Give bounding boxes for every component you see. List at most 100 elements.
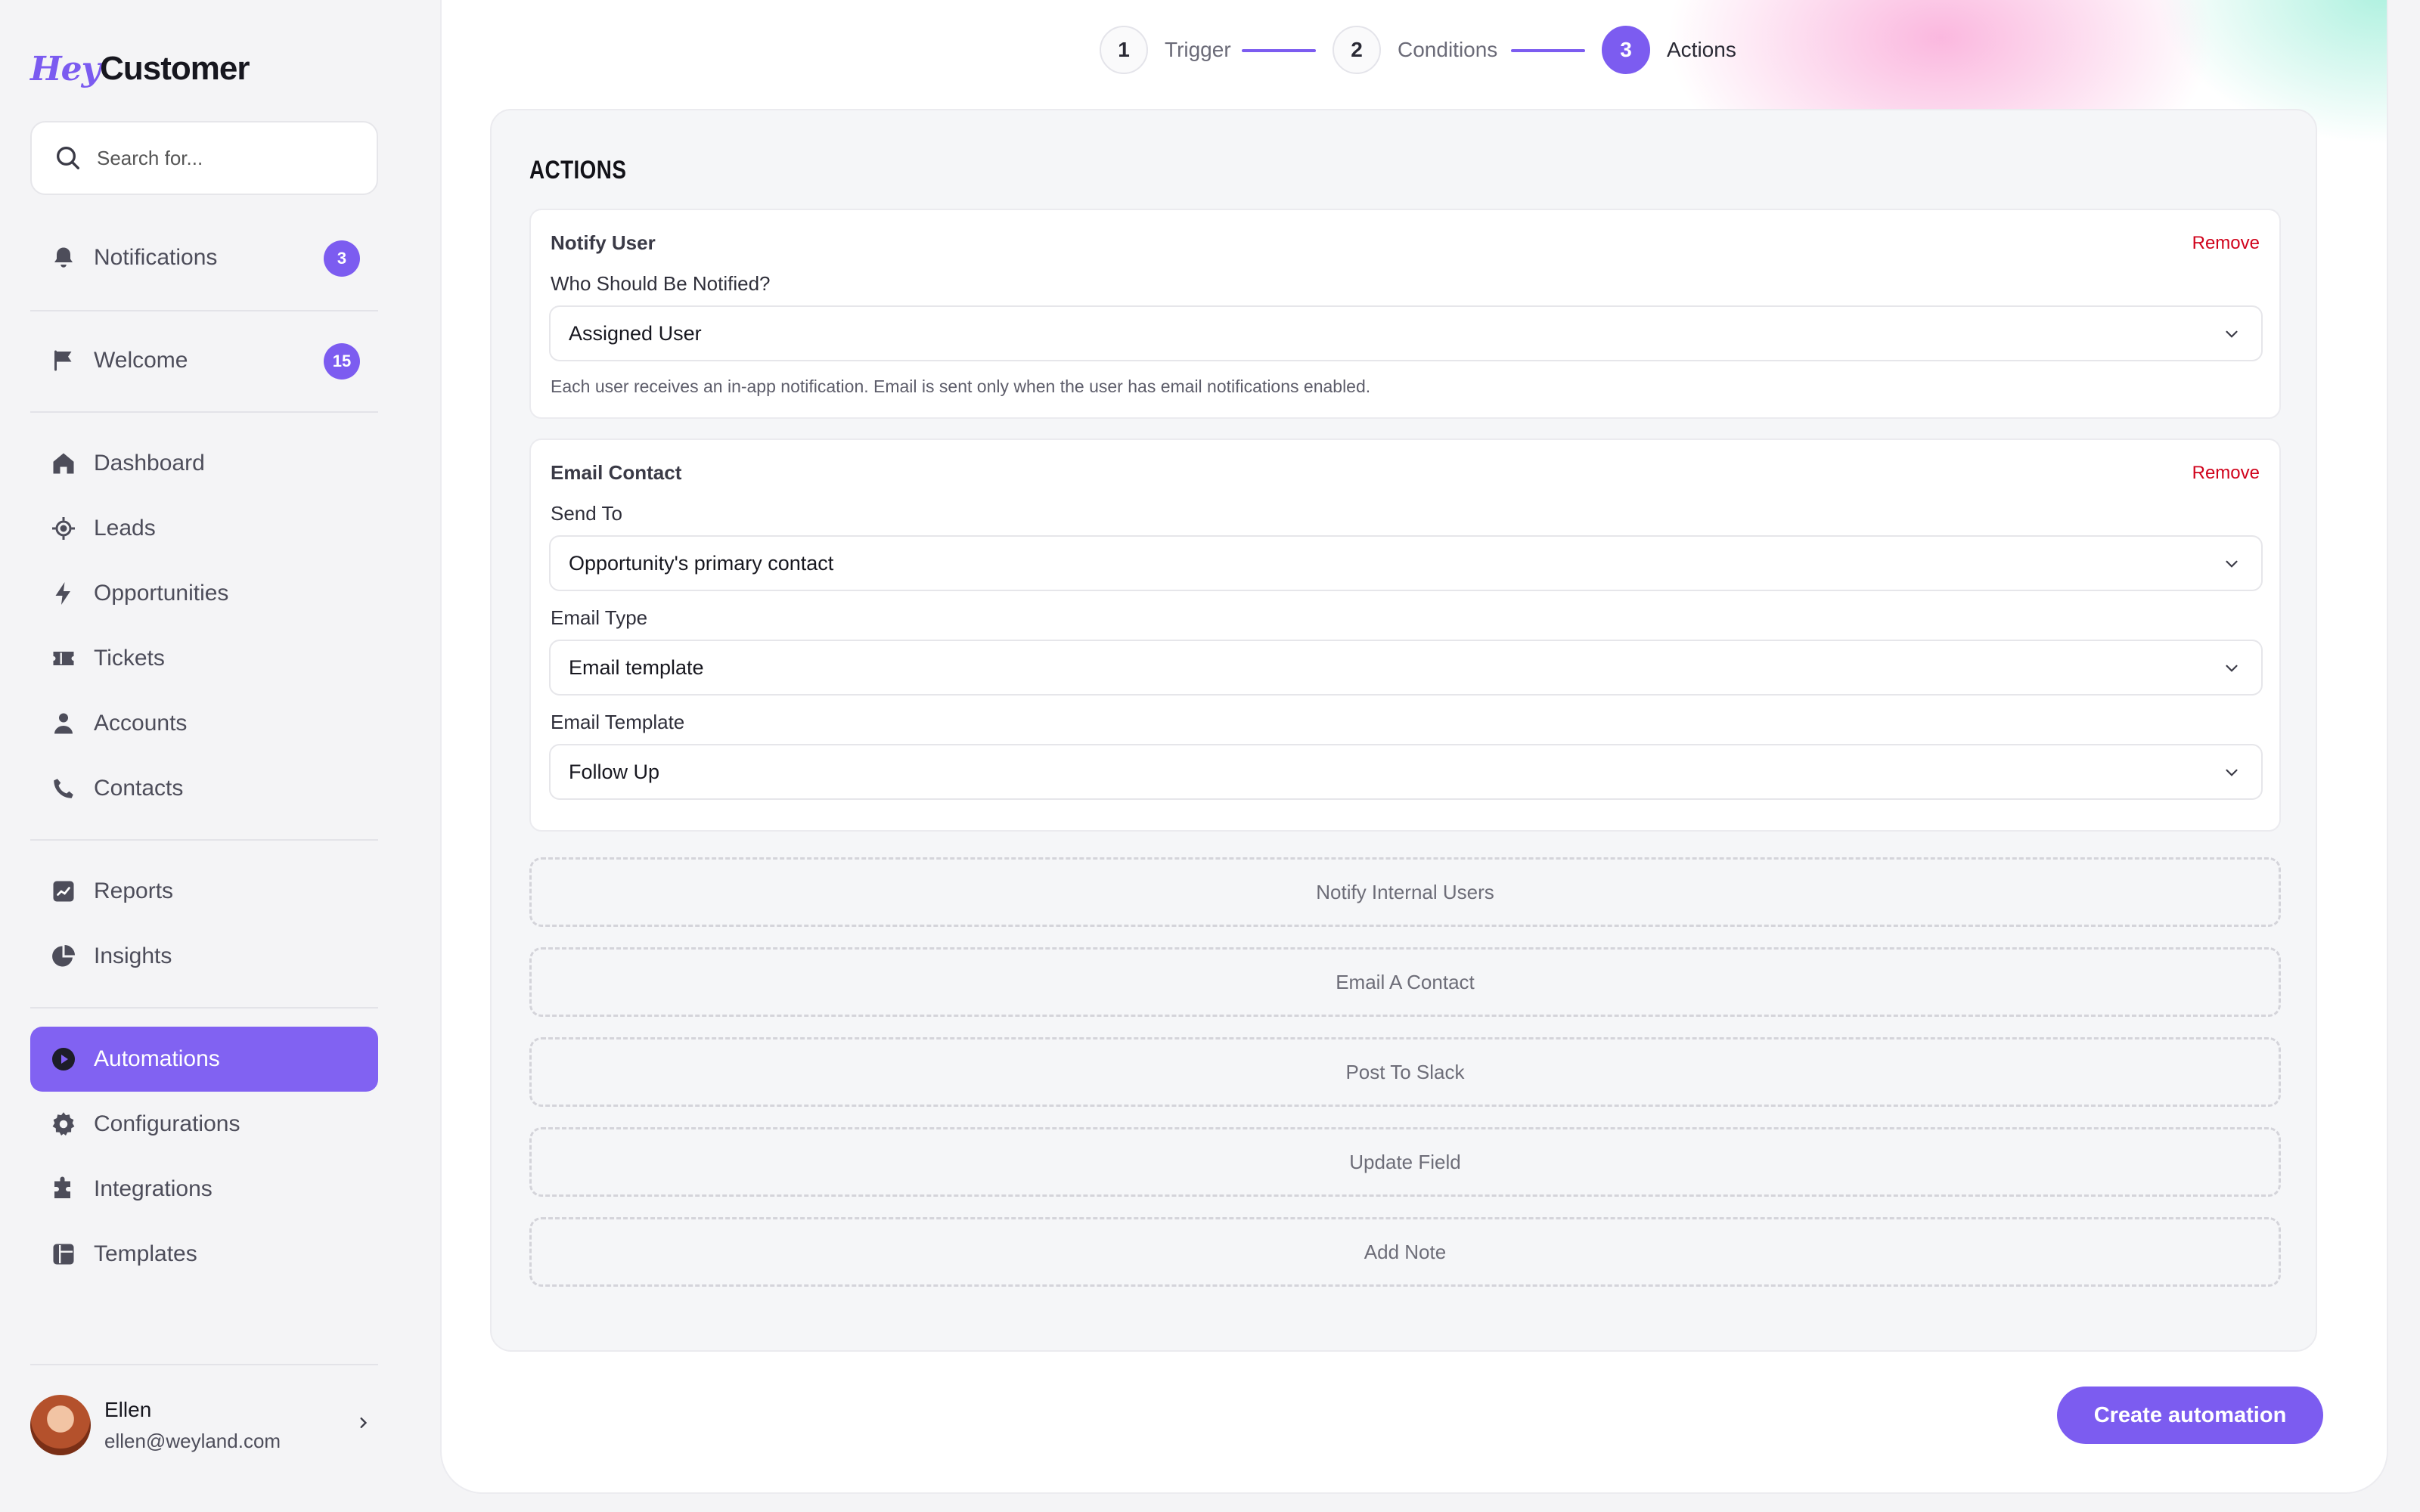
sidebar-divider [30, 839, 378, 841]
sidebar-item-insights[interactable]: Insights [30, 924, 378, 989]
add-note-button[interactable]: Add Note [529, 1217, 2281, 1287]
actions-card: ACTIONS Notify User Remove Who Should Be… [490, 109, 2317, 1352]
sidebar-item-label: Notifications [94, 245, 218, 270]
sidebar-item-label: Templates [94, 1241, 197, 1266]
flag-icon [50, 347, 77, 374]
send-to-label: Send To [551, 502, 622, 525]
sidebar-divider [30, 411, 378, 413]
sidebar: HeyCustomer Notifications 3 Welcome 15 D… [0, 0, 439, 1512]
gear-icon [50, 1111, 77, 1138]
sidebar-item-label: Contacts [94, 776, 184, 801]
add-notify-internal-users-button[interactable]: Notify Internal Users [529, 857, 2281, 927]
step-label: Trigger [1165, 38, 1231, 61]
select-value: Assigned User [569, 321, 702, 345]
phone-icon [50, 775, 77, 802]
action-title: Notify User [551, 231, 656, 254]
user-name: Ellen [104, 1397, 152, 1421]
step-label: Conditions [1398, 38, 1498, 61]
sidebar-item-leads[interactable]: Leads [30, 496, 378, 561]
actions-title: ACTIONS [529, 156, 627, 184]
person-icon [50, 710, 77, 737]
search-input[interactable] [97, 146, 354, 170]
sidebar-item-automations[interactable]: Automations [30, 1027, 378, 1092]
sidebar-divider [30, 310, 378, 311]
sidebar-divider [30, 1364, 378, 1365]
sidebar-item-label: Configurations [94, 1111, 240, 1136]
bell-icon [50, 244, 77, 271]
email-contact-action: Email Contact Remove Send To Opportunity… [529, 438, 2281, 832]
select-value: Follow Up [569, 760, 660, 783]
bolt-icon [50, 580, 77, 607]
sidebar-item-label: Leads [94, 516, 156, 541]
action-title: Email Contact [551, 461, 682, 484]
sidebar-item-label: Dashboard [94, 451, 205, 476]
sidebar-item-notifications[interactable]: Notifications 3 [30, 225, 378, 290]
logo-hey: Hey [30, 49, 101, 88]
sidebar-item-templates[interactable]: Templates [30, 1222, 378, 1287]
sidebar-divider [30, 1007, 378, 1009]
user-email: ellen@weyland.com [104, 1429, 281, 1452]
email-type-select[interactable]: Email template [549, 640, 2263, 696]
select-value: Email template [569, 655, 704, 679]
sidebar-item-opportunities[interactable]: Opportunities [30, 561, 378, 626]
user-info: Ellen ellen@weyland.com [104, 1398, 281, 1453]
sidebar-item-label: Welcome [94, 348, 188, 373]
chevron-down-icon [2226, 769, 2238, 776]
step-number: 1 [1100, 26, 1148, 74]
play-icon [50, 1046, 77, 1073]
sidebar-item-integrations[interactable]: Integrations [30, 1157, 378, 1222]
pie-icon [50, 943, 77, 970]
sidebar-item-accounts[interactable]: Accounts [30, 691, 378, 756]
sidebar-item-label: Accounts [94, 711, 188, 736]
step-trigger[interactable]: 1 Trigger [1100, 24, 1231, 76]
stepper: 1 Trigger 2 Conditions 3 Actions [442, 24, 2387, 76]
step-number: 2 [1333, 26, 1381, 74]
step-conditions[interactable]: 2 Conditions [1333, 24, 1497, 76]
sidebar-item-configurations[interactable]: Configurations [30, 1092, 378, 1157]
target-icon [50, 515, 77, 542]
ticket-icon [50, 645, 77, 672]
main-panel: 1 Trigger 2 Conditions 3 Actions ACTIONS… [440, 0, 2388, 1494]
notify-hint: Each user receives an in-app notificatio… [551, 376, 1371, 396]
chevron-down-icon [2226, 330, 2238, 338]
brand-logo[interactable]: Hey Customer [30, 42, 250, 95]
sidebar-item-label: Opportunities [94, 581, 229, 606]
remove-email-contact-button[interactable]: Remove [2192, 463, 2260, 484]
chevron-down-icon [2226, 665, 2238, 672]
sidebar-item-welcome[interactable]: Welcome 15 [30, 328, 378, 393]
sidebar-item-label: Integrations [94, 1176, 213, 1201]
remove-notify-user-button[interactable]: Remove [2192, 233, 2260, 254]
search-box[interactable] [30, 121, 378, 195]
add-update-field-button[interactable]: Update Field [529, 1127, 2281, 1197]
step-label: Actions [1667, 38, 1736, 61]
who-notified-select[interactable]: Assigned User [549, 305, 2263, 361]
sidebar-item-dashboard[interactable]: Dashboard [30, 431, 378, 496]
welcome-count-badge: 15 [324, 343, 360, 380]
notifications-count-badge: 3 [324, 240, 360, 277]
email-template-label: Email Template [551, 711, 685, 733]
add-post-to-slack-button[interactable]: Post To Slack [529, 1037, 2281, 1107]
notify-user-action: Notify User Remove Who Should Be Notifie… [529, 209, 2281, 419]
sidebar-item-contacts[interactable]: Contacts [30, 756, 378, 821]
chevron-down-icon [2226, 560, 2238, 568]
sidebar-item-reports[interactable]: Reports [30, 859, 378, 924]
chevron-right-icon[interactable] [352, 1412, 374, 1433]
sidebar-item-label: Tickets [94, 646, 165, 671]
email-type-label: Email Type [551, 606, 648, 629]
sidebar-item-tickets[interactable]: Tickets [30, 626, 378, 691]
step-actions[interactable]: 3 Actions [1602, 24, 1736, 76]
email-template-select[interactable]: Follow Up [549, 744, 2263, 800]
search-icon [57, 147, 80, 169]
who-notified-label: Who Should Be Notified? [551, 272, 771, 295]
puzzle-icon [50, 1176, 77, 1203]
user-profile[interactable]: Ellen ellen@weyland.com [30, 1391, 378, 1459]
chart-icon [50, 878, 77, 905]
sidebar-item-label: Insights [94, 943, 172, 968]
select-value: Opportunity's primary contact [569, 551, 834, 575]
create-automation-button[interactable]: Create automation [2057, 1387, 2323, 1444]
step-connector [1511, 49, 1585, 52]
logo-customer: Customer [100, 50, 250, 87]
send-to-select[interactable]: Opportunity's primary contact [549, 535, 2263, 591]
add-email-contact-button[interactable]: Email A Contact [529, 947, 2281, 1017]
sidebar-item-label: Reports [94, 878, 174, 903]
